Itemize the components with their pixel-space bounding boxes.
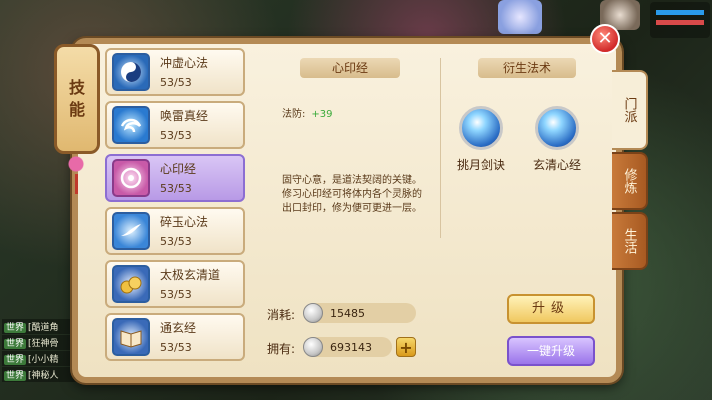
tab-sect[interactable]: 门派 [612,70,648,150]
skill-name: 冲虚心法 [160,56,209,70]
player-avatar-icon[interactable] [498,0,542,34]
own-value: 693143 [330,341,372,354]
cost-label: 消耗: [267,308,296,322]
one-key-upgrade-button[interactable]: 一键升级 [507,336,595,366]
own-label: 拥有: [267,342,296,356]
chat-channel: 世界 [4,339,27,349]
derived-skill[interactable]: 玄清心经 [522,106,592,173]
moon-sword-icon [459,106,503,150]
tab-life[interactable]: 生活 [612,212,648,270]
skill-name: 唤雷真经 [160,109,209,123]
title-char: 能 [68,100,85,119]
chat-text: [神秘人 [28,371,59,381]
stat-label: 法防: [282,109,306,120]
skill-item[interactable]: 冲虚心法 53/53 [105,48,245,96]
mystic-heart-icon [535,106,579,150]
silver-coin-icon [303,337,323,357]
skill-item[interactable]: 太极玄清道 53/53 [105,260,245,308]
jade-swirl-icon [112,212,150,250]
stat-value: +39 [311,109,333,120]
skill-description: 固守心意，是道法契阔的关键。修习心印经可将体内各个灵脉的出口封印，修为便可更进一… [282,175,422,214]
skill-item-selected[interactable]: 心印经 53/53 [105,154,245,202]
skill-name: 太极玄清道 [160,268,221,282]
skill-item[interactable]: 碎玉心法 53/53 [105,207,245,255]
derived-skill-name: 玄清心经 [532,158,581,172]
title-char: 技 [68,78,85,97]
add-currency-button[interactable]: + [396,337,416,357]
silver-coin-icon [303,303,323,323]
skill-item[interactable]: 唤雷真经 53/53 [105,101,245,149]
skill-level: 53/53 [160,76,192,89]
upgrade-button[interactable]: 升级 [507,294,595,324]
skill-item[interactable]: 通玄经 53/53 [105,313,245,361]
stat-row: 法防: +39 [282,105,332,120]
detail-header: 心印经 [300,58,400,78]
divider [440,58,441,238]
thunder-swirl-icon [112,106,150,144]
close-button[interactable]: ✕ [590,24,620,54]
derived-skill[interactable]: 挑月剑诀 [446,106,516,173]
skill-list: 冲虚心法 53/53 唤雷真经 53/53 心印经 53/53 碎玉心法 53/… [105,48,245,366]
skill-level: 53/53 [160,182,192,195]
skill-level: 53/53 [160,129,192,142]
skill-name: 通玄经 [160,321,197,335]
tab-cultivation[interactable]: 修炼 [612,152,648,210]
cost-value: 15485 [330,307,365,320]
skill-name: 碎玉心法 [160,215,209,229]
chat-channel: 世界 [4,371,27,381]
tassel-icon [66,154,86,194]
skills-title-lantern: 技 能 [54,44,100,154]
chat-text: [小小精 [28,355,59,365]
coins-icon [112,265,150,303]
chat-channel: 世界 [4,323,27,333]
derived-header: 衍生法术 [478,58,576,78]
mana-bar [656,10,704,15]
derived-skill-name: 挑月剑诀 [456,158,505,172]
skill-level: 53/53 [160,288,192,301]
pink-seal-icon [112,159,150,197]
skill-level: 53/53 [160,235,192,248]
taiji-icon [112,53,150,91]
skill-level: 53/53 [160,341,192,354]
skill-name: 心印经 [160,162,197,176]
health-bar [656,20,704,25]
chat-text: [酷道角 [28,323,59,333]
book-icon [112,318,150,356]
chat-text: [狂神骨 [28,339,59,349]
chat-channel: 世界 [4,355,27,365]
